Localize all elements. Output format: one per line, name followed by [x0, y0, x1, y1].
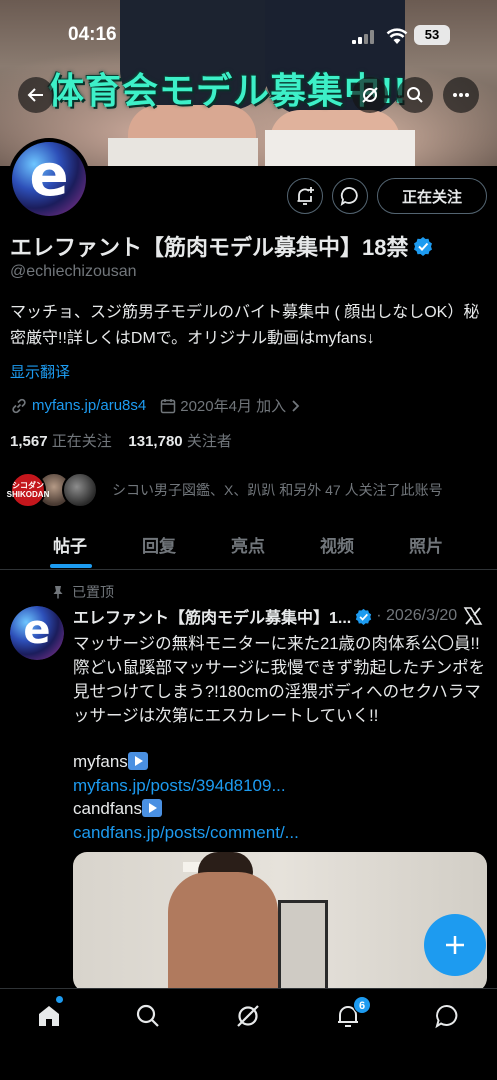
arrow-left-icon	[27, 88, 43, 102]
home-unread-dot	[56, 996, 63, 1003]
more-icon	[453, 93, 469, 97]
profile-avatar[interactable]: e	[8, 138, 90, 220]
post-date: · 2026/3/20	[376, 607, 458, 624]
message-icon	[435, 1005, 458, 1029]
profile-meta: myfans.jp/aru8s4 2020年4月 加入	[10, 395, 302, 416]
profile-bio: マッチョ、スジ筋男子モデルのバイト募集中 ( 顔出しなしOK）秘密厳守!!詳しく…	[10, 304, 480, 347]
banner-pants-right	[265, 130, 415, 166]
signal-icon	[352, 30, 374, 44]
post-header: エレファント【筋肉モデル募集中】1... · 2026/3/20	[73, 604, 483, 628]
back-button[interactable]	[18, 77, 54, 113]
play-button-emoji-icon	[127, 752, 148, 770]
post-avatar[interactable]: e	[10, 606, 64, 660]
post-text: マッサージの無料モニターに来た21歳の肉体系公〇員!!際どい鼠蹊部マッサージに我…	[73, 635, 486, 725]
mini-avatar-papa	[62, 472, 98, 508]
post-line-candfans: candfans	[73, 799, 142, 818]
post-author[interactable]: エレファント【筋肉モデル募集中】1...	[73, 604, 351, 628]
followers-stat[interactable]: 131,780 关注者	[128, 433, 231, 450]
play-button-emoji-icon	[142, 799, 162, 817]
wifi-icon	[386, 28, 408, 44]
post-link-candfans[interactable]: candfans.jp/posts/comment/...	[73, 821, 299, 845]
home-icon	[39, 1006, 59, 1026]
grok-icon	[362, 87, 378, 103]
profile-name: エレファント【筋肉モデル募集中】18禁	[10, 235, 409, 260]
grok-button[interactable]	[352, 77, 388, 113]
avatar-letter: e	[29, 142, 69, 209]
status-time: 04:16	[68, 24, 117, 45]
following-button[interactable]: 正在关注	[377, 178, 487, 214]
post-media[interactable]	[73, 852, 487, 992]
media-figure-back	[168, 872, 278, 992]
search-icon	[136, 1004, 159, 1027]
tab-videos[interactable]: 视频	[320, 532, 354, 557]
pin-icon	[53, 586, 63, 599]
followed-by-row[interactable]: シコダン SHIKODAN シコい男子図鑑、X、趴趴 和另外 47 人关注了此账…	[7, 471, 443, 509]
profile-stats: 1,567 正在关注 131,780 关注者	[10, 430, 232, 451]
notify-button[interactable]	[287, 178, 323, 214]
nav-home[interactable]	[34, 1001, 64, 1031]
bottom-nav	[0, 988, 497, 1080]
profile-handle: @echiechizousan	[10, 263, 137, 280]
tab-photos[interactable]: 照片	[409, 532, 443, 557]
tab-replies[interactable]: 回复	[142, 532, 176, 557]
plus-icon	[446, 936, 464, 954]
translate-link[interactable]: 显示翻译	[10, 361, 70, 382]
post-link-myfans[interactable]: myfans.jp/posts/394d8109...	[73, 774, 299, 798]
tab-posts[interactable]: 帖子	[53, 532, 87, 557]
post-line-myfans: myfans	[73, 752, 128, 771]
tab-active-indicator	[50, 564, 92, 568]
chevron-right-icon[interactable]	[290, 399, 302, 413]
profile-tabs: 帖子 回复 亮点 视频 照片	[0, 520, 497, 570]
search-button[interactable]	[397, 77, 433, 113]
more-button[interactable]	[443, 77, 479, 113]
link-icon	[12, 398, 26, 413]
profile-name-row: エレファント【筋肉モデル募集中】18禁	[10, 230, 433, 262]
joined-date: 2020年4月 加入	[180, 398, 287, 415]
pinned-label: 已置顶	[52, 582, 114, 602]
status-bar: 04:16 53	[0, 22, 497, 52]
post-avatar-letter: e	[23, 607, 51, 653]
notifications-badge: 6	[353, 996, 371, 1014]
banner-pants-left	[108, 138, 258, 166]
nav-search[interactable]	[133, 1001, 163, 1031]
nav-messages[interactable]	[432, 1001, 462, 1031]
following-stat[interactable]: 1,567 正在关注	[10, 433, 112, 450]
grok-icon	[237, 1005, 259, 1027]
verified-badge-icon	[356, 608, 372, 625]
profile-link[interactable]: myfans.jp/aru8s4	[32, 397, 146, 414]
compose-button[interactable]	[424, 914, 486, 976]
calendar-icon	[160, 398, 176, 413]
bell-plus-icon	[297, 187, 314, 205]
tab-highlights[interactable]: 亮点	[231, 532, 265, 557]
x-logo-icon	[463, 607, 483, 625]
media-mirror	[278, 900, 328, 992]
nav-grok[interactable]	[233, 1001, 263, 1031]
message-icon	[340, 187, 358, 206]
verified-badge-icon[interactable]	[413, 236, 433, 256]
search-icon	[407, 87, 423, 103]
battery-indicator: 53	[414, 25, 450, 45]
message-button[interactable]	[332, 178, 368, 214]
post-links: myfans myfans.jp/posts/394d8109... candf…	[73, 750, 299, 844]
mini-avatar-shikodan: シコダン SHIKODAN	[7, 472, 49, 508]
followed-by-text: シコい男子図鑑、X、趴趴 和另外 47 人关注了此账号	[112, 482, 443, 498]
